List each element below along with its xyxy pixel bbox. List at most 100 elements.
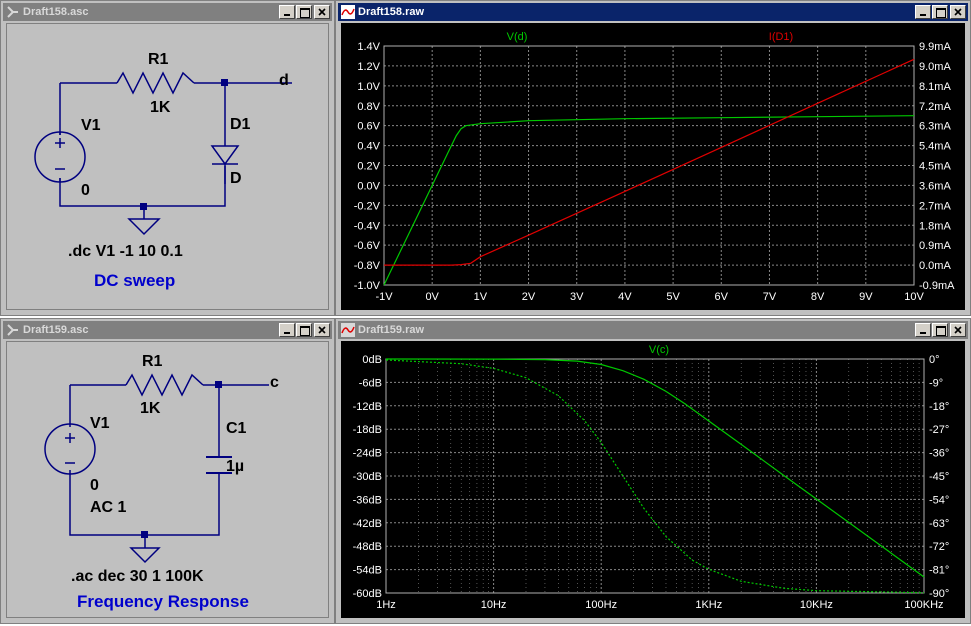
y-right-tick-label: -36° (929, 448, 949, 460)
minimize-button[interactable] (915, 5, 931, 19)
close-button[interactable] (950, 323, 966, 337)
schematic2-window: Draft159.asc R1 1K V1 0 AC 1 C1 1µ c .ac… (0, 318, 335, 624)
y-left-tick-label: -60dB (353, 588, 382, 600)
plot2-chart[interactable]: 1Hz 10Hz 100Hz 1KHz 10KHz 100KHz 0dB 0° -6dB -9° -… (341, 341, 967, 620)
x-tick-label: -1V (375, 291, 393, 303)
x-tick-label: 5V (666, 291, 680, 303)
schematic2-canvas[interactable]: R1 1K V1 0 AC 1 C1 1µ c .ac dec 30 1 100… (6, 341, 329, 618)
schematic1-canvas[interactable]: R1 1K V1 0 D1 D d .dc V1 -1 10 0.1 DC sw… (6, 23, 329, 310)
y-right-tick-label: 0.9mA (919, 240, 951, 252)
x-tick-label: 0V (425, 291, 439, 303)
y-right-tick-label: 7.2mA (919, 101, 951, 113)
y-right-tick-label: 5.4mA (919, 141, 951, 153)
y-right-tick-label: 0.0mA (919, 260, 951, 272)
r1-name-label: R1 (142, 353, 163, 370)
ground-symbol (127, 206, 161, 236)
waveform-icon (341, 5, 355, 19)
y-right-tick-label: 6.3mA (919, 121, 951, 133)
y-left-tick-label: 0.6V (357, 121, 380, 133)
y-right-tick-label: 9.0mA (919, 61, 951, 73)
y-right-tick-label: -72° (929, 541, 949, 553)
x-tick-label: 4V (618, 291, 632, 303)
y-left-tick-label: 0.0V (357, 180, 380, 192)
y-left-tick-label: -1.0V (354, 280, 381, 292)
minimize-button[interactable] (915, 323, 931, 337)
y-right-tick-label: 9.9mA (919, 41, 951, 53)
node-label-c: c (270, 374, 279, 391)
y-right-tick-label: -18° (929, 401, 949, 413)
schematic2-titlebar[interactable]: Draft159.asc (3, 321, 332, 339)
maximize-button[interactable] (932, 323, 948, 337)
y-left-tick-label: -30dB (353, 471, 382, 483)
close-button[interactable] (950, 5, 966, 19)
c1-value-label: 1µ (226, 458, 245, 475)
r1-name-label: R1 (148, 51, 169, 68)
ltspice-schematic-icon (7, 6, 18, 18)
y-left-tick-label: -0.2V (354, 200, 381, 212)
y-right-tick-label: -9° (929, 377, 943, 389)
v1-ac-label: AC 1 (90, 499, 127, 516)
y-left-tick-label: -48dB (353, 541, 382, 553)
legend-v-d-: V(d) (507, 31, 528, 43)
y-left-tick-label: 0dB (362, 354, 382, 366)
ac-directive[interactable]: .ac dec 30 1 100K (71, 568, 204, 586)
minimize-button[interactable] (279, 323, 295, 337)
plot1-title: Draft158.raw (358, 6, 425, 18)
y-left-tick-label: -0.6V (354, 240, 381, 252)
plot1-window: Draft158.raw -1V 0V 1V 2V 3V 4V 5V 6V 7V 8V 9V 10V 1… (335, 0, 971, 316)
plot1-pane[interactable]: -1V 0V 1V 2V 3V 4V 5V 6V 7V 8V 9V 10V 1.4V 9.9mA 1.2V 9… (341, 23, 965, 310)
maximize-button[interactable] (296, 323, 312, 337)
y-left-tick-label: -54dB (353, 565, 382, 577)
schematic1-window: Draft158.asc R1 1K V1 0 D1 D d .dc V1 -1… (0, 0, 335, 316)
y-left-tick-label: 1.4V (357, 41, 380, 53)
plot2-titlebar[interactable]: Draft159.raw (338, 321, 968, 339)
plot1-titlebar[interactable]: Draft158.raw (338, 3, 968, 21)
plot2-window: Draft159.raw 1Hz 10Hz 100Hz 1KHz 10KHz 100KHz… (335, 318, 971, 624)
y-right-tick-label: 1.8mA (919, 220, 951, 232)
waveform-icon (341, 323, 355, 337)
plot2-title: Draft159.raw (358, 324, 425, 336)
trace-v-c- (385, 358, 925, 578)
node-label-d: d (279, 72, 289, 89)
plot2-pane[interactable]: 1Hz 10Hz 100Hz 1KHz 10KHz 100KHz 0dB 0° -6dB -9° -… (341, 341, 965, 618)
ground-symbol (129, 535, 161, 564)
legend-i-d1-: I(D1) (769, 31, 793, 43)
x-tick-label: 100Hz (585, 599, 617, 611)
x-tick-label: 10KHz (800, 599, 833, 611)
ltspice-schematic-icon (7, 324, 18, 336)
y-left-tick-label: -0.8V (354, 260, 381, 272)
y-right-tick-label: -45° (929, 471, 949, 483)
minimize-button[interactable] (279, 5, 295, 19)
y-right-tick-label: 0° (929, 354, 940, 366)
y-right-tick-label: -63° (929, 518, 949, 530)
trace-i-d1- (384, 58, 915, 266)
y-left-tick-label: -24dB (353, 448, 382, 460)
y-left-tick-label: -12dB (353, 401, 382, 413)
v1-value-label: 0 (90, 477, 99, 494)
y-right-tick-label: 2.7mA (919, 200, 951, 212)
close-button[interactable] (314, 5, 330, 19)
x-tick-label: 10Hz (481, 599, 507, 611)
schematic2-title: Draft159.asc (23, 324, 89, 336)
v1-value-label: 0 (81, 182, 90, 199)
x-tick-label: 1KHz (695, 599, 722, 611)
y-right-tick-label: -90° (929, 588, 949, 600)
trace-v-d- (383, 115, 915, 286)
ac-comment[interactable]: Frequency Response (77, 592, 249, 612)
dc-directive[interactable]: .dc V1 -1 10 0.1 (68, 243, 183, 261)
x-tick-label: 6V (715, 291, 729, 303)
dc-comment[interactable]: DC sweep (94, 271, 175, 291)
maximize-button[interactable] (296, 5, 312, 19)
x-tick-label: 1Hz (376, 599, 396, 611)
y-left-tick-label: -18dB (353, 424, 382, 436)
r1-symbol (116, 71, 195, 95)
maximize-button[interactable] (932, 5, 948, 19)
v1-symbol (44, 423, 96, 475)
y-right-tick-label: 8.1mA (919, 81, 951, 93)
plot1-chart[interactable]: -1V 0V 1V 2V 3V 4V 5V 6V 7V 8V 9V 10V 1.4V 9.9mA 1.2V 9… (341, 23, 967, 312)
y-left-tick-label: 1.0V (357, 81, 380, 93)
close-button[interactable] (314, 323, 330, 337)
schematic1-titlebar[interactable]: Draft158.asc (3, 3, 332, 21)
y-left-tick-label: 0.8V (357, 101, 380, 113)
y-right-tick-label: 4.5mA (919, 161, 951, 173)
